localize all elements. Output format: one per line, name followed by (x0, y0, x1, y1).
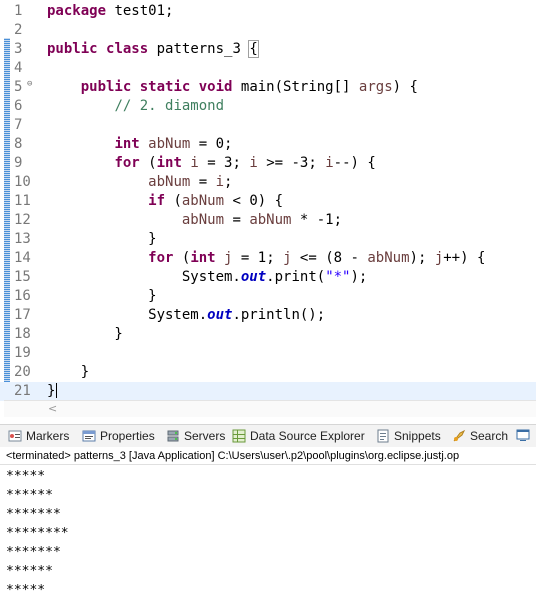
code-line[interactable]: 3 public class patterns_3 { (0, 40, 536, 59)
line-number: 17 (14, 307, 31, 323)
line-number: 15 (14, 269, 31, 285)
code-line[interactable]: 10 abNum = i; (0, 173, 536, 192)
line-number: 12 (14, 212, 31, 228)
code-line[interactable]: 5 ⊖ public static void main(String[] args… (0, 78, 536, 97)
code-text[interactable]: } (47, 325, 122, 344)
data-source-icon (232, 429, 246, 443)
code-line[interactable]: 15 System.out.print("*"); (0, 268, 536, 287)
tab-label: Search (470, 429, 509, 443)
console-line: ******* (6, 507, 61, 522)
console-line: ***** (6, 469, 46, 484)
code-line[interactable]: 7 (0, 116, 536, 135)
servers-icon (166, 429, 180, 443)
tab-label: Markers (26, 429, 70, 443)
console-line: ****** (6, 488, 53, 503)
tab-servers[interactable]: Servers (166, 428, 225, 444)
code-text[interactable]: abNum = abNum * -1; (47, 211, 342, 230)
tab-properties[interactable]: Properties (82, 428, 155, 444)
line-number: 7 (14, 117, 23, 133)
code-text[interactable]: abNum = i; (47, 173, 232, 192)
line-number: 18 (14, 326, 31, 342)
console-line: ****** (6, 564, 53, 579)
tab-label: Properties (100, 429, 155, 443)
scroll-left-icon[interactable]: < (48, 402, 57, 415)
line-number: 3 (14, 41, 23, 57)
line-number: 1 (14, 3, 23, 19)
code-text[interactable]: for (int i = 3; i >= -3; i--) { (47, 154, 375, 173)
console-line: ******** (6, 526, 69, 541)
code-line[interactable]: 6 // 2. diamond (0, 97, 536, 116)
code-line[interactable]: 16 } (0, 287, 536, 306)
line-number: 20 (14, 364, 31, 380)
code-text[interactable]: } (47, 363, 89, 382)
code-line[interactable]: 8 int abNum = 0; (0, 135, 536, 154)
views-tab-bar: Markers Properties Servers Data Source Expl… (0, 424, 536, 447)
tab-label: Snippets (394, 429, 441, 443)
line-number: 6 (14, 98, 23, 114)
code-text[interactable]: System.out.println(); (47, 306, 325, 325)
code-line[interactable]: 18 } (0, 325, 536, 344)
code-text[interactable]: public class patterns_3 { (47, 40, 259, 59)
code-line[interactable]: 13 } (0, 230, 536, 249)
code-text[interactable]: System.out.print("*"); (47, 268, 367, 287)
line-number: 13 (14, 231, 31, 247)
code-text[interactable]: } (47, 230, 156, 249)
code-line[interactable]: 9 for (int i = 3; i >= -3; i--) { (0, 154, 536, 173)
code-line[interactable]: 1 package test01; (0, 2, 536, 21)
tab-snippets[interactable]: Snippets (376, 428, 441, 444)
code-editor[interactable]: 1 package test01; 2 3 public class patterns_… (0, 0, 536, 402)
line-number: 11 (14, 193, 31, 209)
code-line[interactable]: 14 for (int j = 1; j <= (8 - abNum); j++… (0, 249, 536, 268)
code-text[interactable]: package test01; (47, 2, 173, 21)
console-line: ***** (6, 583, 46, 598)
tab-markers[interactable]: Markers (8, 428, 69, 444)
search-icon (452, 429, 466, 443)
code-text[interactable]: int abNum = 0; (47, 135, 232, 154)
code-line[interactable]: 4 (0, 59, 536, 78)
console-line: ******* (6, 545, 61, 560)
markers-icon (8, 429, 22, 443)
line-number: 2 (14, 22, 23, 38)
code-text[interactable]: // 2. diamond (47, 97, 224, 116)
line-number: 8 (14, 136, 23, 152)
code-line[interactable]: 20 } (0, 363, 536, 382)
code-line[interactable]: 19 (0, 344, 536, 363)
code-line[interactable]: 21} (0, 382, 536, 401)
code-text[interactable]: } (47, 287, 156, 306)
code-text[interactable]: for (int j = 1; j <= (8 - abNum); j++) { (47, 249, 485, 268)
code-line[interactable]: 12 abNum = abNum * -1; (0, 211, 536, 230)
tab-search[interactable]: Search (452, 428, 508, 444)
code-text[interactable]: } (47, 382, 58, 401)
line-number: 19 (14, 345, 31, 361)
console-view-icon[interactable] (516, 428, 530, 444)
console-status-label: <terminated> patterns_3 [Java Applicatio… (0, 447, 536, 465)
line-number: 4 (14, 60, 23, 76)
line-number: 21 (14, 383, 31, 399)
line-number: 14 (14, 250, 31, 266)
tab-data-source-explorer[interactable]: Data Source Explorer (232, 428, 365, 444)
editor-horizontal-scrollbar[interactable]: < (4, 400, 536, 417)
console-output[interactable]: ***** ****** ******* ******** ******* ****** *… (0, 466, 536, 608)
snippets-icon (376, 429, 390, 443)
line-number: 9 (14, 155, 23, 171)
code-text[interactable]: public static void main(String[] args) { (47, 78, 418, 97)
code-line[interactable]: 2 (0, 21, 536, 40)
fold-collapse-icon[interactable]: ⊖ (27, 80, 36, 89)
properties-icon (82, 429, 96, 443)
tab-label: Data Source Explorer (250, 429, 365, 443)
code-line[interactable]: 11 if (abNum < 0) { (0, 192, 536, 211)
text-cursor (56, 383, 58, 398)
line-number: 10 (14, 174, 31, 190)
tab-label: Servers (184, 429, 226, 443)
code-line[interactable]: 17 System.out.println(); (0, 306, 536, 325)
line-number: 16 (14, 288, 31, 304)
code-text[interactable]: if (abNum < 0) { (47, 192, 283, 211)
